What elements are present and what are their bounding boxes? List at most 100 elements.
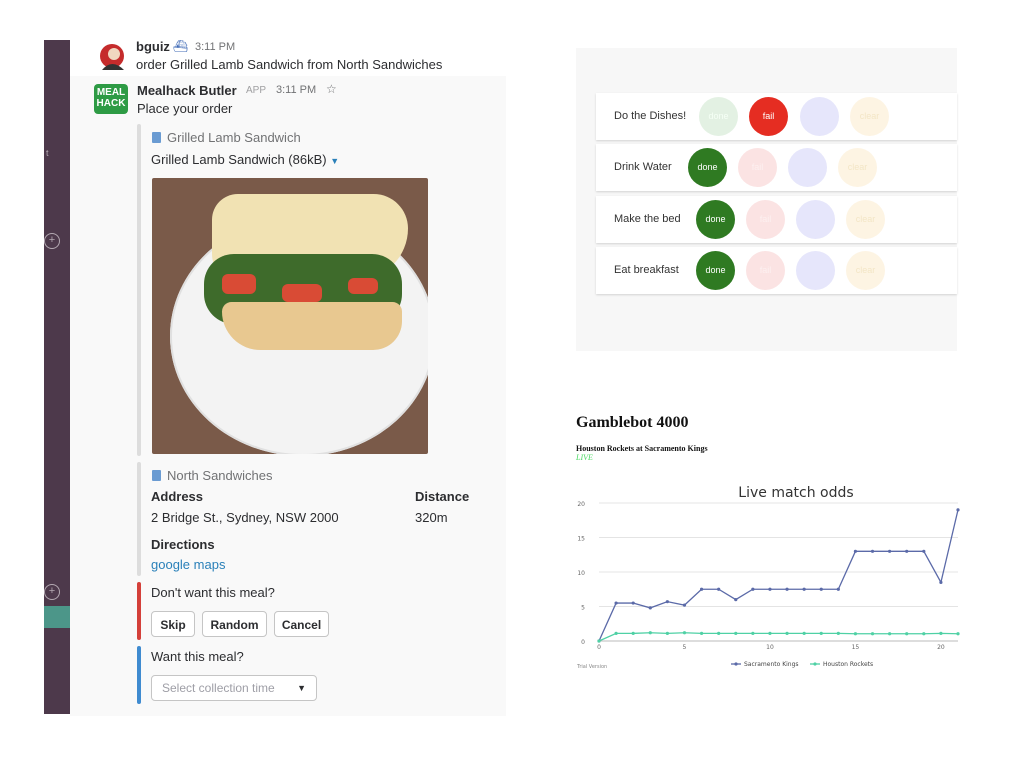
shop-attachment-title-row: North Sandwiches (152, 468, 273, 483)
data-point (717, 587, 721, 591)
meal-attachment-title: Grilled Lamb Sandwich (167, 130, 301, 145)
habit-skip-button[interactable] (796, 200, 835, 239)
data-point (888, 632, 892, 636)
data-point (836, 631, 840, 636)
bot-name[interactable]: Mealhack Butler (137, 83, 237, 98)
habit-name: Eat breakfast (614, 264, 679, 276)
habit-fail-button[interactable]: fail (749, 97, 788, 136)
legend-marker (734, 662, 738, 666)
legend-label: Houston Rockets (823, 661, 873, 668)
distance-value: 320m (415, 510, 448, 525)
user-message-time[interactable]: 3:11 PM (195, 41, 235, 53)
data-point (614, 601, 618, 605)
data-point (956, 632, 960, 636)
data-point (819, 587, 823, 591)
data-point (802, 631, 806, 636)
habit-skip-button[interactable] (800, 97, 839, 136)
odds-chart: Live match odds 0 5 10 15 20 0 5 10 15 20 Sacrament… (576, 485, 960, 670)
bot-message-time[interactable]: 3:11 PM (276, 84, 316, 96)
habit-done-button[interactable]: done (696, 200, 735, 239)
sidebar-dot: t (46, 148, 49, 158)
active-channel-indicator[interactable] (44, 606, 70, 628)
add-channel-icon[interactable]: + (44, 233, 60, 249)
y-tick-label: 20 (577, 501, 585, 508)
ship-emoji-icon: ⛴ (173, 39, 189, 53)
habit-done-button[interactable]: done (699, 97, 738, 136)
data-point (870, 549, 875, 553)
chart-footnote: Trial Version (576, 664, 607, 670)
user-message-text: order Grilled Lamb Sandwich from North S… (136, 57, 443, 72)
habit-fail-button[interactable]: fail (746, 200, 785, 239)
bot-avatar-text-1: MEAL (96, 87, 126, 98)
habit-name: Drink Water (614, 161, 672, 173)
data-point (648, 631, 652, 635)
app-badge: APP (246, 85, 267, 96)
habit-skip-button[interactable] (796, 251, 835, 290)
bread-bottom-shape (222, 302, 402, 350)
habit-clear-button[interactable]: clear (846, 251, 885, 290)
data-point (631, 601, 635, 605)
data-point (734, 598, 738, 602)
add-dm-icon[interactable]: + (44, 584, 60, 600)
x-tick-label: 15 (852, 644, 860, 651)
directions-label: Directions (151, 537, 215, 552)
data-point (734, 631, 738, 636)
data-point (768, 631, 772, 636)
habit-done-button[interactable]: done (696, 251, 735, 290)
attachment-icon (152, 470, 161, 481)
tomato-shape (282, 284, 322, 302)
data-point (905, 632, 909, 636)
google-maps-link[interactable]: google maps (151, 557, 225, 572)
habit-fail-button[interactable]: fail (746, 251, 785, 290)
chevron-down-icon[interactable]: ▼ (330, 156, 339, 166)
address-value: 2 Bridge St., Sydney, NSW 2000 (151, 510, 339, 525)
habit-clear-button[interactable]: clear (838, 148, 877, 187)
series-line (598, 509, 959, 642)
x-tick-label: 20 (937, 644, 945, 651)
attachment-icon (152, 132, 161, 143)
habit-clear-button[interactable]: clear (850, 97, 889, 136)
legend-label: Sacramento Kings (744, 661, 799, 668)
sandwich-image[interactable] (152, 178, 428, 454)
data-point (699, 587, 704, 591)
accept-attachment-bar (137, 646, 141, 704)
data-point (597, 639, 601, 643)
data-point (751, 631, 755, 636)
habit-clear-button[interactable]: clear (846, 200, 885, 239)
user-avatar[interactable] (96, 40, 130, 74)
data-point (751, 587, 755, 591)
skip-button[interactable]: Skip (151, 611, 195, 637)
bot-avatar-text-2: HACK (96, 98, 126, 109)
habit-done-button[interactable]: done (688, 148, 727, 187)
star-icon[interactable]: ☆ (326, 82, 337, 96)
meal-file-label[interactable]: Grilled Lamb Sandwich (86kB) (151, 152, 327, 167)
collection-time-select[interactable]: Select collection time ▼ (151, 675, 317, 701)
bot-message-text: Place your order (137, 101, 233, 116)
bot-avatar[interactable]: MEAL HACK (94, 84, 128, 114)
cancel-button[interactable]: Cancel (274, 611, 329, 637)
meal-attachment-bar (137, 124, 141, 456)
tomato-shape (222, 274, 256, 294)
y-tick-label: 15 (577, 536, 585, 543)
habit-row: Do the Dishes! done fail clear (596, 93, 957, 140)
data-point (614, 631, 618, 636)
data-point (819, 631, 823, 636)
habit-row: Drink Water done fail clear (596, 144, 957, 191)
x-tick-label: 0 (597, 644, 601, 651)
series-line (598, 632, 959, 642)
data-point (853, 632, 858, 636)
y-tick-label: 5 (581, 605, 585, 612)
habit-name: Do the Dishes! (614, 110, 687, 122)
data-point (888, 549, 892, 553)
data-point (870, 632, 875, 636)
random-button[interactable]: Random (202, 611, 267, 637)
habit-name: Make the bed (614, 213, 681, 225)
meal-file-row[interactable]: Grilled Lamb Sandwich (86kB) ▼ (151, 152, 339, 167)
data-point (768, 587, 772, 591)
caret-down-icon[interactable]: ▼ (297, 676, 306, 700)
slack-sidebar: t + + (44, 40, 70, 714)
habit-skip-button[interactable] (788, 148, 827, 187)
habit-fail-button[interactable]: fail (738, 148, 777, 187)
user-name[interactable]: bguiz (136, 39, 170, 54)
data-point (648, 606, 652, 610)
